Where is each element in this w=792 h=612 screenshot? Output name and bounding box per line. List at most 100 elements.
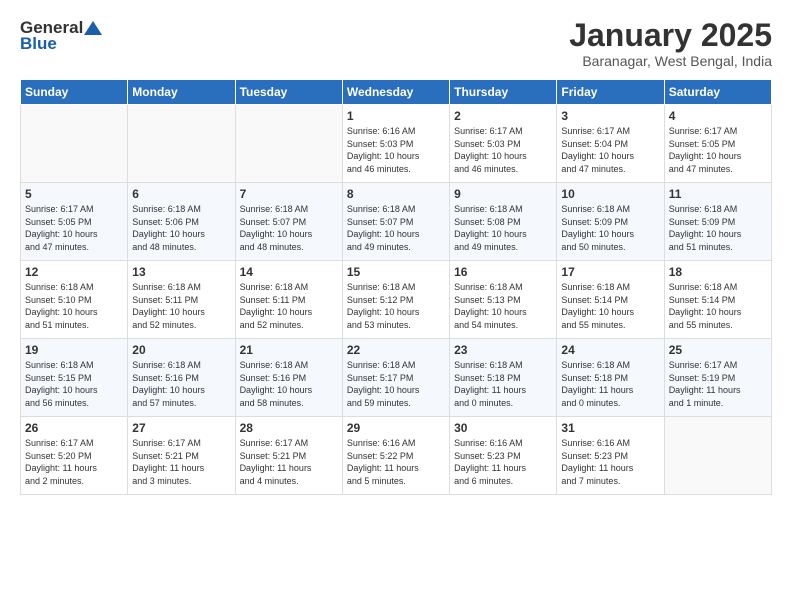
day-number: 8 bbox=[347, 187, 445, 201]
header: General Blue January 2025 Baranagar, Wes… bbox=[20, 18, 772, 69]
month-title: January 2025 bbox=[569, 18, 772, 53]
day-cell: 18 Sunrise: 6:18 AM Sunset: 5:14 PM Dayli… bbox=[664, 261, 771, 339]
day-cell: 5Sunrise: 6:17 AM Sunset: 5:05 PM Daylig… bbox=[21, 183, 128, 261]
day-number: 12 bbox=[25, 265, 123, 279]
day-number: 11 bbox=[669, 187, 767, 201]
day-info: Sunrise: 6:18 AM Sunset: 5:09 PM Dayligh… bbox=[561, 203, 659, 253]
title-area: January 2025 Baranagar, West Bengal, Ind… bbox=[569, 18, 772, 69]
day-cell bbox=[128, 105, 235, 183]
day-number: 22 bbox=[347, 343, 445, 357]
day-cell: 17Sunrise: 6:18 AM Sunset: 5:14 PM Dayli… bbox=[557, 261, 664, 339]
day-cell: 19Sunrise: 6:18 AM Sunset: 5:15 PM Dayli… bbox=[21, 339, 128, 417]
day-info: Sunrise: 6:16 AM Sunset: 5:03 PM Dayligh… bbox=[347, 125, 445, 175]
day-cell: 9Sunrise: 6:18 AM Sunset: 5:08 PM Daylig… bbox=[450, 183, 557, 261]
day-cell: 31 Sunrise: 6:16 AM Sunset: 5:23 PM Dayli… bbox=[557, 417, 664, 495]
day-info: Sunrise: 6:17 AM Sunset: 5:21 PM Dayligh… bbox=[240, 437, 338, 487]
day-info: Sunrise: 6:18 AM Sunset: 5:08 PM Dayligh… bbox=[454, 203, 552, 253]
day-cell: 16 Sunrise: 6:18 AM Sunset: 5:13 PM Dayli… bbox=[450, 261, 557, 339]
day-info: Sunrise: 6:17 AM Sunset: 5:03 PM Dayligh… bbox=[454, 125, 552, 175]
day-cell: 14 Sunrise: 6:18 AM Sunset: 5:11 PM Dayli… bbox=[235, 261, 342, 339]
day-cell bbox=[235, 105, 342, 183]
day-number: 20 bbox=[132, 343, 230, 357]
day-number: 31 bbox=[561, 421, 659, 435]
day-info: Sunrise: 6:18 AM Sunset: 5:07 PM Dayligh… bbox=[347, 203, 445, 253]
day-cell: 7 Sunrise: 6:18 AM Sunset: 5:07 PM Daylig… bbox=[235, 183, 342, 261]
calendar-body: 1 Sunrise: 6:16 AM Sunset: 5:03 PM Daylig… bbox=[21, 105, 772, 495]
day-number: 14 bbox=[240, 265, 338, 279]
day-info: Sunrise: 6:18 AM Sunset: 5:06 PM Dayligh… bbox=[132, 203, 230, 253]
day-cell: 8 Sunrise: 6:18 AM Sunset: 5:07 PM Daylig… bbox=[342, 183, 449, 261]
day-cell: 15Sunrise: 6:18 AM Sunset: 5:12 PM Dayli… bbox=[342, 261, 449, 339]
day-number: 18 bbox=[669, 265, 767, 279]
calendar-table: Sunday Monday Tuesday Wednesday Thursday… bbox=[20, 79, 772, 495]
day-number: 23 bbox=[454, 343, 552, 357]
day-number: 29 bbox=[347, 421, 445, 435]
day-cell: 4Sunrise: 6:17 AM Sunset: 5:05 PM Daylig… bbox=[664, 105, 771, 183]
day-cell bbox=[664, 417, 771, 495]
col-friday: Friday bbox=[557, 80, 664, 105]
logo-blue-text: Blue bbox=[20, 34, 57, 54]
day-number: 15 bbox=[347, 265, 445, 279]
day-cell: 29 Sunrise: 6:16 AM Sunset: 5:22 PM Dayli… bbox=[342, 417, 449, 495]
day-info: Sunrise: 6:17 AM Sunset: 5:05 PM Dayligh… bbox=[25, 203, 123, 253]
day-info: Sunrise: 6:18 AM Sunset: 5:07 PM Dayligh… bbox=[240, 203, 338, 253]
day-info: Sunrise: 6:18 AM Sunset: 5:09 PM Dayligh… bbox=[669, 203, 767, 253]
day-number: 21 bbox=[240, 343, 338, 357]
day-number: 3 bbox=[561, 109, 659, 123]
day-number: 1 bbox=[347, 109, 445, 123]
day-cell: 20 Sunrise: 6:18 AM Sunset: 5:16 PM Dayli… bbox=[128, 339, 235, 417]
day-number: 6 bbox=[132, 187, 230, 201]
day-number: 30 bbox=[454, 421, 552, 435]
day-cell: 2 Sunrise: 6:17 AM Sunset: 5:03 PM Daylig… bbox=[450, 105, 557, 183]
day-cell: 30 Sunrise: 6:16 AM Sunset: 5:23 PM Dayli… bbox=[450, 417, 557, 495]
day-cell: 12 Sunrise: 6:18 AM Sunset: 5:10 PM Dayli… bbox=[21, 261, 128, 339]
day-number: 26 bbox=[25, 421, 123, 435]
day-number: 16 bbox=[454, 265, 552, 279]
day-info: Sunrise: 6:17 AM Sunset: 5:21 PM Dayligh… bbox=[132, 437, 230, 487]
day-number: 7 bbox=[240, 187, 338, 201]
day-number: 28 bbox=[240, 421, 338, 435]
day-info: Sunrise: 6:18 AM Sunset: 5:11 PM Dayligh… bbox=[240, 281, 338, 331]
day-number: 4 bbox=[669, 109, 767, 123]
day-cell: 11 Sunrise: 6:18 AM Sunset: 5:09 PM Dayli… bbox=[664, 183, 771, 261]
day-info: Sunrise: 6:16 AM Sunset: 5:23 PM Dayligh… bbox=[561, 437, 659, 487]
day-info: Sunrise: 6:18 AM Sunset: 5:11 PM Dayligh… bbox=[132, 281, 230, 331]
day-cell: 21 Sunrise: 6:18 AM Sunset: 5:16 PM Dayli… bbox=[235, 339, 342, 417]
day-info: Sunrise: 6:18 AM Sunset: 5:10 PM Dayligh… bbox=[25, 281, 123, 331]
col-sunday: Sunday bbox=[21, 80, 128, 105]
day-info: Sunrise: 6:17 AM Sunset: 5:19 PM Dayligh… bbox=[669, 359, 767, 409]
col-monday: Monday bbox=[128, 80, 235, 105]
day-cell: 22Sunrise: 6:18 AM Sunset: 5:17 PM Dayli… bbox=[342, 339, 449, 417]
week-row-1: 1 Sunrise: 6:16 AM Sunset: 5:03 PM Daylig… bbox=[21, 105, 772, 183]
day-info: Sunrise: 6:18 AM Sunset: 5:16 PM Dayligh… bbox=[132, 359, 230, 409]
day-cell: 27Sunrise: 6:17 AM Sunset: 5:21 PM Dayli… bbox=[128, 417, 235, 495]
col-saturday: Saturday bbox=[664, 80, 771, 105]
day-cell: 25Sunrise: 6:17 AM Sunset: 5:19 PM Dayli… bbox=[664, 339, 771, 417]
week-row-5: 26Sunrise: 6:17 AM Sunset: 5:20 PM Dayli… bbox=[21, 417, 772, 495]
day-number: 24 bbox=[561, 343, 659, 357]
day-cell: 24 Sunrise: 6:18 AM Sunset: 5:18 PM Dayli… bbox=[557, 339, 664, 417]
day-number: 2 bbox=[454, 109, 552, 123]
logo: General Blue bbox=[20, 18, 103, 54]
day-cell: 13 Sunrise: 6:18 AM Sunset: 5:11 PM Dayli… bbox=[128, 261, 235, 339]
day-info: Sunrise: 6:18 AM Sunset: 5:13 PM Dayligh… bbox=[454, 281, 552, 331]
day-cell: 26Sunrise: 6:17 AM Sunset: 5:20 PM Dayli… bbox=[21, 417, 128, 495]
day-info: Sunrise: 6:16 AM Sunset: 5:23 PM Dayligh… bbox=[454, 437, 552, 487]
day-info: Sunrise: 6:18 AM Sunset: 5:15 PM Dayligh… bbox=[25, 359, 123, 409]
location: Baranagar, West Bengal, India bbox=[569, 53, 772, 69]
col-wednesday: Wednesday bbox=[342, 80, 449, 105]
day-info: Sunrise: 6:18 AM Sunset: 5:18 PM Dayligh… bbox=[561, 359, 659, 409]
day-info: Sunrise: 6:16 AM Sunset: 5:22 PM Dayligh… bbox=[347, 437, 445, 487]
day-info: Sunrise: 6:18 AM Sunset: 5:16 PM Dayligh… bbox=[240, 359, 338, 409]
day-cell: 1 Sunrise: 6:16 AM Sunset: 5:03 PM Daylig… bbox=[342, 105, 449, 183]
day-cell bbox=[21, 105, 128, 183]
day-cell: 6 Sunrise: 6:18 AM Sunset: 5:06 PM Daylig… bbox=[128, 183, 235, 261]
week-row-2: 5Sunrise: 6:17 AM Sunset: 5:05 PM Daylig… bbox=[21, 183, 772, 261]
day-number: 13 bbox=[132, 265, 230, 279]
day-info: Sunrise: 6:18 AM Sunset: 5:14 PM Dayligh… bbox=[669, 281, 767, 331]
day-info: Sunrise: 6:18 AM Sunset: 5:18 PM Dayligh… bbox=[454, 359, 552, 409]
day-cell: 3Sunrise: 6:17 AM Sunset: 5:04 PM Daylig… bbox=[557, 105, 664, 183]
page-container: General Blue January 2025 Baranagar, Wes… bbox=[0, 0, 792, 505]
day-cell: 23 Sunrise: 6:18 AM Sunset: 5:18 PM Dayli… bbox=[450, 339, 557, 417]
week-row-4: 19Sunrise: 6:18 AM Sunset: 5:15 PM Dayli… bbox=[21, 339, 772, 417]
